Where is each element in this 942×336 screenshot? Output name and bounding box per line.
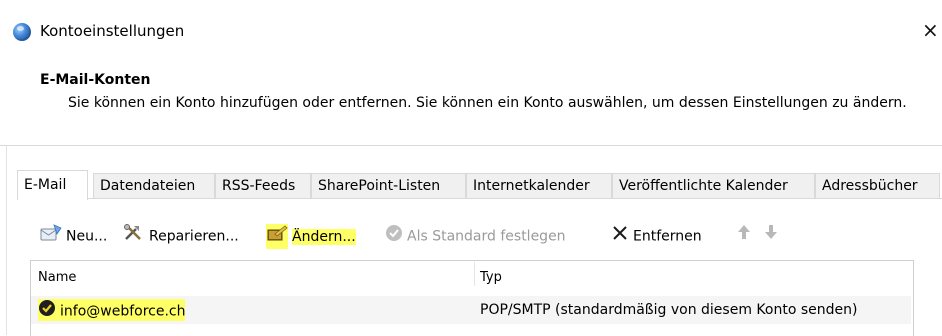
change-button[interactable]: Ändern... [266, 224, 356, 249]
tab-internet-calendars[interactable]: Internetkalender [466, 173, 612, 199]
set-default-button[interactable]: Als Standard festlegen [385, 224, 566, 246]
content-border [6, 146, 7, 335]
move-down-button[interactable] [764, 224, 782, 246]
move-up-button[interactable] [737, 224, 755, 246]
close-x-icon [611, 224, 629, 249]
tab-sharepoint-lists[interactable]: SharePoint-Listen [311, 173, 466, 199]
tab-email[interactable]: E-Mail [17, 170, 88, 200]
tab-underline [17, 198, 942, 199]
outlook-globe-icon [13, 23, 31, 41]
tab-rss-feeds[interactable]: RSS-Feeds [215, 173, 311, 199]
account-name-cell[interactable]: info@webforce.ch [38, 299, 186, 324]
remove-label: Entfernen [633, 228, 702, 245]
remove-button[interactable]: Entfernen [611, 224, 702, 246]
change-account-icon [266, 224, 288, 249]
account-type-cell: POP/SMTP (standardmäßig von diesem Konto… [480, 302, 858, 318]
column-header-type[interactable]: Typ [480, 270, 502, 285]
tab-data-files[interactable]: Datendateien [93, 173, 215, 199]
new-account-button[interactable]: Neu... [40, 224, 107, 246]
account-name: info@webforce.ch [60, 303, 186, 320]
column-separator[interactable] [474, 262, 475, 286]
arrow-up-icon [737, 224, 751, 247]
tools-icon [123, 224, 145, 249]
repair-label: Reparieren... [149, 228, 239, 245]
tab-strip: E-Mail Datendateien RSS-Feeds SharePoint… [17, 170, 942, 200]
change-label: Ändern... [292, 228, 356, 245]
arrow-down-icon [764, 224, 778, 247]
tab-address-books[interactable]: Adressbücher [815, 173, 940, 199]
tab-published-calendars[interactable]: Veröffentlichte Kalender [612, 173, 815, 199]
check-circle-icon [385, 224, 403, 249]
column-header-name[interactable]: Name [38, 270, 76, 285]
close-button[interactable]: × [922, 18, 942, 42]
section-title: E-Mail-Konten [40, 72, 151, 88]
section-description: Sie können ein Konto hinzufügen oder ent… [68, 95, 907, 111]
window-title: Kontoeinstellungen [40, 22, 185, 40]
set-default-label: Als Standard festlegen [407, 228, 566, 245]
new-account-label: Neu... [66, 228, 108, 245]
repair-button[interactable]: Reparieren... [123, 224, 239, 246]
default-account-check-icon [38, 299, 56, 324]
new-account-icon [40, 224, 62, 249]
